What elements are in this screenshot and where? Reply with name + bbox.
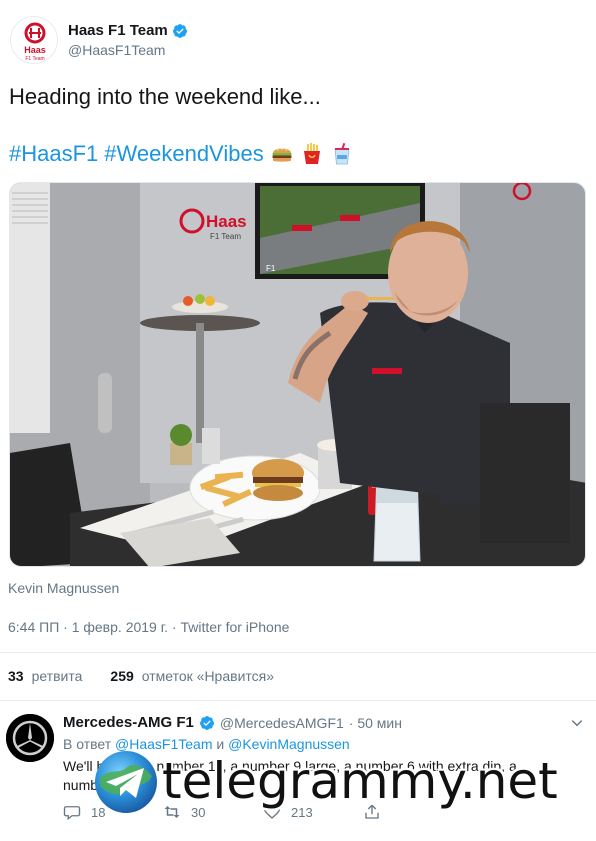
telegram-globe-logo-icon [95, 751, 157, 813]
divider [0, 700, 596, 701]
kevin-magnussen-photo: Haas F1 Team F1 [10, 183, 585, 566]
tv-f1-logo: F1 [266, 264, 276, 273]
author-avatar[interactable]: Haas F1 Team [10, 16, 58, 64]
hashtag-weekendvibes[interactable]: #WeekendVibes [104, 140, 263, 168]
tweet-header: Haas F1 Team Haas F1 Team @HaasF1Team [10, 14, 570, 64]
fries-emoji-icon [303, 143, 320, 164]
tweet-text: Heading into the weekend like... [9, 84, 321, 109]
haas-logo-icon: Haas F1 Team [24, 22, 46, 62]
tweet-timestamp[interactable]: 6:44 ПП · 1 февр. 2019 г. · Twitter for … [8, 619, 289, 635]
author-handle[interactable]: @HaasF1Team [68, 42, 165, 58]
reply-time[interactable]: · 50 мин [349, 715, 402, 731]
watermark: telegrammy.net [92, 742, 588, 822]
svg-text:F1 Team: F1 Team [25, 56, 44, 62]
photo-caption[interactable]: Kevin Magnussen [8, 580, 119, 596]
reply-header: Mercedes-AMG F1 @MercedesAMGF1 · 50 мин [63, 714, 402, 731]
chevron-down-icon[interactable] [570, 716, 584, 730]
reply-handle[interactable]: @MercedesAMGF1 [220, 715, 344, 731]
tweet-photo[interactable]: Haas F1 Team F1 [9, 182, 586, 567]
author-name-text[interactable]: Haas F1 Team [68, 22, 168, 39]
reply-display-name[interactable]: Mercedes-AMG F1 [63, 714, 194, 731]
retweets-stat[interactable]: 33 ретвита [8, 668, 82, 684]
verified-badge-icon [172, 23, 187, 38]
comment-icon [63, 806, 81, 821]
cup-with-straw-emoji-icon [334, 142, 350, 165]
retweets-count: 33 [8, 668, 24, 684]
author-display-name[interactable]: Haas F1 Team [68, 22, 188, 39]
wall-haas-logo: Haas [206, 212, 247, 231]
mercedes-star-icon [6, 714, 54, 762]
divider [0, 652, 596, 653]
likes-stat[interactable]: 259 отметок «Нравится» [110, 668, 274, 684]
hashtag-haasf1[interactable]: #HaasF1 [9, 140, 98, 168]
tweet-hashtags: #HaasF1 #WeekendVibes [9, 140, 589, 168]
verified-badge-icon [199, 715, 214, 730]
reply-avatar[interactable] [6, 714, 54, 762]
likes-count: 259 [110, 668, 134, 684]
likes-label: отметок «Нравится» [141, 668, 275, 684]
wall-haas-logo-sub: F1 Team [210, 232, 241, 241]
burger-emoji-icon [272, 148, 292, 162]
retweets-label: ретвита [31, 668, 83, 684]
watermark-text: telegrammy.net [162, 752, 558, 810]
tweet-stats: 33 ретвита 259 отметок «Нравится» [8, 668, 274, 684]
svg-text:Haas: Haas [24, 45, 46, 55]
